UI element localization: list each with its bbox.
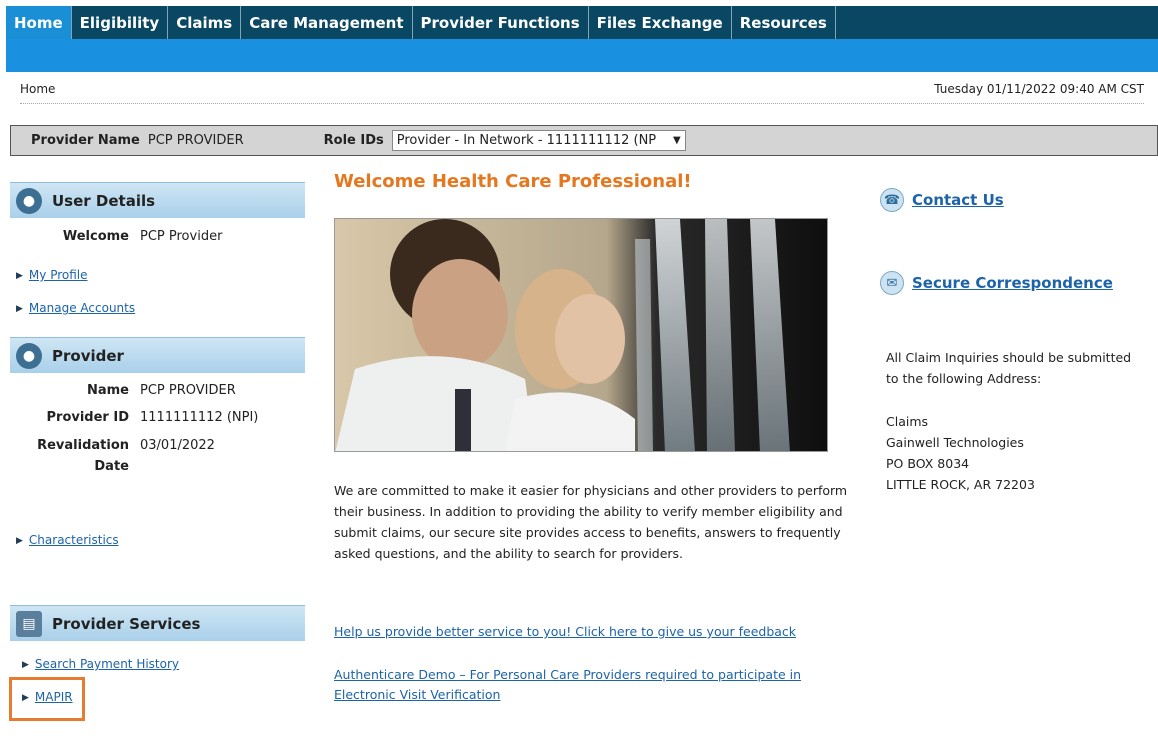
document-icon: ▤ [16, 610, 42, 637]
chevron-down-icon: ▼ [673, 135, 681, 146]
envelope-icon: ✉ [880, 271, 904, 295]
secure-correspondence-link[interactable]: ✉ Secure Correspondence [880, 271, 1113, 295]
provider-name-label: Provider Name [31, 133, 140, 148]
provider-id-label: Provider ID [46, 410, 130, 425]
characteristics-link[interactable]: ▶ Characteristics [16, 533, 119, 547]
claims-note-line-1: All Claim Inquiries should be submitted [886, 350, 1132, 365]
tab-home[interactable]: Home [6, 6, 72, 39]
feedback-link[interactable]: Help us provide better service to you! C… [334, 622, 854, 642]
provider-name-row: Name PCP PROVIDER [10, 383, 305, 401]
provider-header: ● Provider [10, 337, 305, 373]
tab-resources[interactable]: Resources [732, 6, 836, 39]
revalidation-label-date: Date [94, 459, 129, 474]
intro-text: We are committed to make it easier for p… [334, 483, 848, 561]
sub-nav-bar [6, 39, 1158, 72]
user-details-title: User Details [52, 191, 156, 210]
breadcrumb[interactable]: Home [20, 82, 55, 96]
tab-claims[interactable]: Claims [168, 6, 242, 39]
name-label: Name [86, 383, 129, 398]
revalidation-label: Revalidation [37, 438, 129, 453]
tab-files-exchange[interactable]: Files Exchange [589, 6, 732, 39]
authenticare-link[interactable]: Authenticare Demo – For Personal Care Pr… [334, 665, 814, 705]
name-value: PCP PROVIDER [140, 383, 236, 398]
provider-name-value: PCP PROVIDER [147, 133, 244, 148]
revalidation-row: Revalidation 03/01/2022 [10, 438, 305, 456]
welcome-value: PCP Provider [140, 229, 223, 244]
my-profile-link[interactable]: ▶ My Profile [16, 268, 88, 282]
revalidation-value: 03/01/2022 [140, 438, 215, 453]
triangle-right-icon: ▶ [16, 304, 23, 314]
user-details-header: ● User Details [10, 182, 305, 218]
role-ids-select[interactable]: Provider - In Network - 1111111112 (NP ▼ [391, 130, 686, 151]
users-icon: ● [16, 187, 42, 214]
provider-services-header: ▤ Provider Services [10, 605, 305, 641]
address-line-2: Gainwell Technologies [886, 435, 1024, 450]
manage-accounts-link[interactable]: ▶ Manage Accounts [16, 301, 135, 315]
role-ids-label: Role IDs [323, 133, 384, 148]
claims-note-line-2: to the following Address: [886, 371, 1042, 386]
tab-care-management[interactable]: Care Management [241, 6, 413, 39]
provider-id-value: 1111111112 (NPI) [140, 410, 259, 425]
address-line-4: LITTLE ROCK, AR 72203 [886, 477, 1035, 492]
users-icon: ● [16, 342, 42, 369]
provider-title: Provider [52, 346, 124, 365]
provider-services-title: Provider Services [52, 614, 201, 633]
contact-us-link[interactable]: ☎ Contact Us [880, 188, 1004, 212]
role-ids-selected: Provider - In Network - 1111111112 (NP [396, 133, 657, 148]
welcome-label: Welcome [62, 229, 129, 244]
triangle-right-icon: ▶ [16, 536, 23, 546]
search-payment-history-link[interactable]: ▶ Search Payment History [22, 657, 179, 671]
address-line-1: Claims [886, 414, 929, 429]
tab-eligibility[interactable]: Eligibility [72, 6, 169, 39]
triangle-right-icon: ▶ [16, 271, 23, 281]
phone-icon: ☎ [880, 188, 904, 212]
tab-provider-functions[interactable]: Provider Functions [413, 6, 589, 39]
provider-bar: Provider Name PCP PROVIDER Role IDs Prov… [10, 125, 1158, 156]
welcome-row: Welcome PCP Provider [10, 229, 305, 247]
revalidation-row-2: Date [10, 459, 305, 477]
provider-id-row: Provider ID 1111111112 (NPI) [10, 410, 305, 428]
highlight-box [9, 677, 85, 721]
divider [20, 103, 1144, 104]
address-line-3: PO BOX 8034 [886, 456, 970, 471]
top-nav: Home Eligibility Claims Care Management … [6, 6, 1158, 39]
welcome-heading: Welcome Health Care Professional! [334, 171, 692, 192]
triangle-right-icon: ▶ [22, 660, 29, 670]
doctors-xray-image [334, 218, 828, 452]
current-datetime: Tuesday 01/11/2022 09:40 AM CST [934, 82, 1144, 96]
